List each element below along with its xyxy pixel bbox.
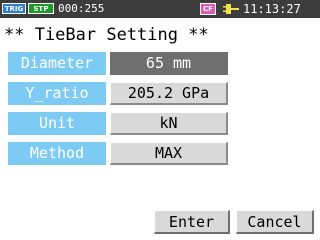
plug-icon xyxy=(223,4,239,14)
method-value-field[interactable]: MAX xyxy=(110,142,228,165)
counter-readout: 000:255 xyxy=(58,2,105,15)
enter-button[interactable]: Enter xyxy=(154,210,230,234)
method-label: Method xyxy=(8,142,106,165)
y-ratio-value-field[interactable]: 205.2 GPa xyxy=(110,82,228,105)
page-title: ** TieBar Setting ** xyxy=(4,25,209,45)
trig-badge: TRIG xyxy=(2,3,26,14)
y-ratio-label: Y_ratio xyxy=(8,82,106,105)
unit-label: Unit xyxy=(8,112,106,135)
cf-card-icon: CF xyxy=(200,3,216,15)
cancel-button[interactable]: Cancel xyxy=(236,210,314,234)
clock: 11:13:27 xyxy=(243,2,301,16)
status-bar: TRIG STP 000:255 CF 11:13:27 xyxy=(0,0,320,18)
diameter-label: Diameter xyxy=(8,52,106,75)
diameter-value-field[interactable]: 65 mm xyxy=(110,52,228,75)
stp-badge: STP xyxy=(28,3,54,14)
unit-value-field[interactable]: kN xyxy=(110,112,228,135)
